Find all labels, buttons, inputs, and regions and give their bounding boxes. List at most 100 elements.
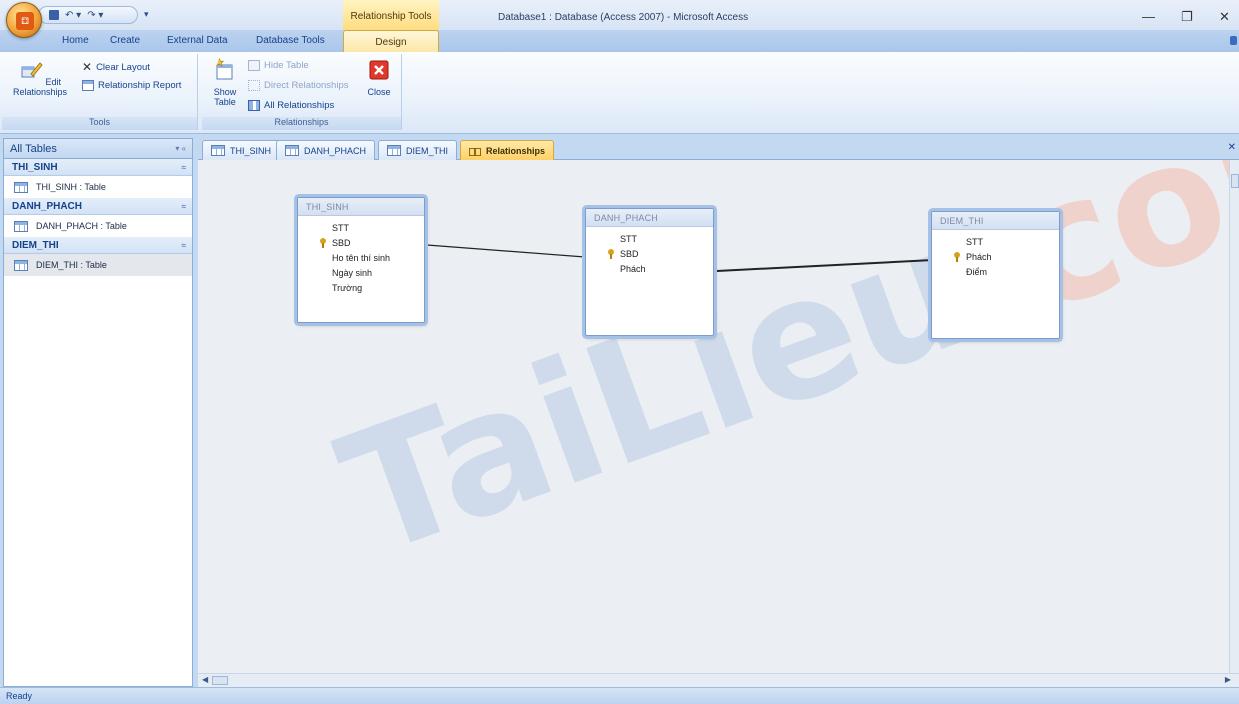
scroll-right-icon[interactable]: ▶	[1225, 675, 1231, 684]
field-diem[interactable]: Điểm	[932, 265, 1059, 280]
tab-database-tools[interactable]: Database Tools	[256, 35, 325, 46]
table-icon	[14, 220, 28, 232]
direct-relationships-button[interactable]: Direct Relationships	[248, 80, 348, 91]
table-icon	[14, 259, 28, 271]
table-icon	[387, 145, 401, 156]
nav-group-thi-sinh[interactable]: THI_SINH ≈	[4, 159, 192, 176]
hide-table-icon	[248, 60, 260, 71]
customize-qat-button[interactable]: ▾	[144, 9, 149, 20]
help-icon[interactable]	[1230, 36, 1237, 45]
show-table-button[interactable]: Show Table	[206, 58, 244, 107]
collapse-icon[interactable]: ≈	[182, 202, 186, 211]
all-relationships-label: All Relationships	[264, 100, 335, 111]
horizontal-scrollbar[interactable]: ◀ ▶	[198, 673, 1239, 687]
title-bar: ⚃ ↶ ▾ ↷ ▾ ▾ Relationship Tools Database1…	[0, 0, 1239, 38]
doc-tab-label: Relationships	[486, 145, 546, 156]
ribbon-tabs: Home Create External Data Database Tools…	[0, 30, 1239, 52]
nav-group-danh-phach[interactable]: DANH_PHACH ≈	[4, 198, 192, 215]
context-tab-title: Relationship Tools	[343, 0, 439, 30]
field-stt[interactable]: STT	[298, 221, 424, 236]
nav-group-label: DANH_PHACH	[12, 200, 83, 212]
tab-external-data[interactable]: External Data	[167, 35, 228, 46]
relationships-icon	[469, 146, 481, 156]
nav-pane-title: All Tables	[10, 142, 57, 155]
navigation-pane: All Tables ▾ « THI_SINH ≈ THI_SINH : Tab…	[3, 138, 193, 687]
all-relationships-button[interactable]: All Relationships	[248, 100, 334, 111]
table-box-title[interactable]: DANH_PHACH	[586, 209, 713, 227]
vertical-scrollbar[interactable]	[1229, 160, 1239, 673]
field-stt[interactable]: STT	[586, 232, 713, 247]
field-phach[interactable]: Phách	[586, 262, 713, 277]
collapse-icon[interactable]: ≈	[182, 241, 186, 250]
restore-button[interactable]: ❐	[1181, 9, 1193, 25]
field-stt[interactable]: STT	[932, 235, 1059, 250]
save-icon[interactable]	[49, 10, 59, 20]
tab-design[interactable]: Design	[343, 30, 439, 52]
field-sbd[interactable]: SBD	[298, 236, 424, 251]
close-icon	[369, 60, 389, 80]
field-phach[interactable]: Phách	[932, 250, 1059, 265]
collapse-icon[interactable]: ≈	[182, 163, 186, 172]
direct-relationships-icon	[248, 80, 260, 91]
tools-group-label: Tools	[2, 117, 197, 130]
nav-item-label: THI_SINH : Table	[36, 182, 106, 192]
office-button[interactable]: ⚃	[6, 2, 42, 38]
table-box-thi-sinh[interactable]: THI_SINH STT SBD Ho tên thí sinh Ngày si…	[297, 197, 425, 323]
nav-pane-menu-button[interactable]: ▾ «	[175, 144, 186, 153]
field-truong[interactable]: Trường	[298, 281, 424, 296]
clear-layout-label: Clear Layout	[96, 61, 150, 73]
scroll-left-icon[interactable]: ◀	[202, 675, 208, 684]
table-box-title[interactable]: THI_SINH	[298, 198, 424, 216]
relationship-report-button[interactable]: Relationship Report	[82, 80, 181, 91]
nav-group-diem-thi[interactable]: DIEM_THI ≈	[4, 237, 192, 254]
nav-item-thi-sinh-table[interactable]: THI_SINH : Table	[4, 176, 192, 198]
field-label: Phách	[966, 252, 992, 262]
minimize-button[interactable]: —	[1142, 9, 1155, 24]
status-bar: Ready	[0, 687, 1239, 704]
edit-relationships-icon	[21, 62, 43, 78]
field-label: SBD	[620, 249, 639, 259]
close-label: Close	[367, 87, 391, 97]
tab-home[interactable]: Home	[62, 35, 89, 46]
table-box-diem-thi[interactable]: DIEM_THI STT Phách Điểm	[931, 211, 1060, 339]
undo-button[interactable]: ↶ ▾	[65, 10, 81, 21]
relationship-line-thi-sinh-danh-phach[interactable]	[426, 244, 586, 258]
relationships-group-label: Relationships	[202, 117, 401, 130]
clear-layout-icon: ✕	[82, 60, 93, 74]
relationship-report-icon	[82, 80, 94, 91]
horizontal-scroll-thumb[interactable]	[212, 676, 228, 685]
relationships-canvas[interactable]: TaiLieu.com THI_SINH STT SBD Ho tên thí …	[198, 160, 1229, 673]
ribbon: Edit Relationships ✕ Clear Layout Relati…	[0, 52, 1239, 134]
redo-button[interactable]: ↷ ▾	[87, 10, 103, 21]
close-document-icon[interactable]: ✕	[1228, 142, 1236, 153]
clear-layout-button[interactable]: ✕ Clear Layout	[82, 60, 150, 74]
edit-relationships-button[interactable]: Edit Relationships	[6, 58, 74, 97]
relationship-report-label: Relationship Report	[98, 80, 182, 91]
table-icon	[14, 181, 28, 193]
table-box-danh-phach[interactable]: DANH_PHACH STT SBD Phách	[585, 208, 714, 336]
doc-tab-relationships[interactable]: Relationships	[460, 140, 555, 160]
nav-item-danh-phach-table[interactable]: DANH_PHACH : Table	[4, 215, 192, 237]
field-ngay-sinh[interactable]: Ngày sinh	[298, 266, 424, 281]
relationship-line-danh-phach-diem-thi[interactable]	[716, 259, 934, 272]
direct-relationships-label: Direct Relationships	[264, 80, 349, 91]
close-window-button[interactable]: ✕	[1219, 9, 1230, 25]
nav-item-diem-thi-table[interactable]: DIEM_THI : Table	[4, 254, 192, 276]
primary-key-icon	[608, 249, 614, 259]
field-sbd[interactable]: SBD	[586, 247, 713, 262]
vertical-scroll-thumb[interactable]	[1231, 174, 1239, 188]
tab-create[interactable]: Create	[110, 35, 140, 46]
table-icon	[211, 145, 225, 156]
primary-key-icon	[320, 238, 326, 248]
quick-access-toolbar: ↶ ▾ ↷ ▾	[38, 6, 138, 24]
doc-tab-thi-sinh[interactable]: THI_SINH	[202, 140, 281, 160]
doc-tab-diem-thi[interactable]: DIEM_THI	[378, 140, 458, 160]
close-relationships-button[interactable]: Close	[360, 58, 398, 97]
field-ho-ten[interactable]: Ho tên thí sinh	[298, 251, 424, 266]
nav-pane-header[interactable]: All Tables ▾ «	[4, 139, 192, 159]
table-box-title[interactable]: DIEM_THI	[932, 212, 1059, 230]
show-table-label: Show Table	[213, 87, 237, 107]
show-table-icon	[216, 58, 233, 80]
hide-table-button[interactable]: Hide Table	[248, 60, 309, 71]
doc-tab-danh-phach[interactable]: DANH_PHACH	[276, 140, 376, 160]
